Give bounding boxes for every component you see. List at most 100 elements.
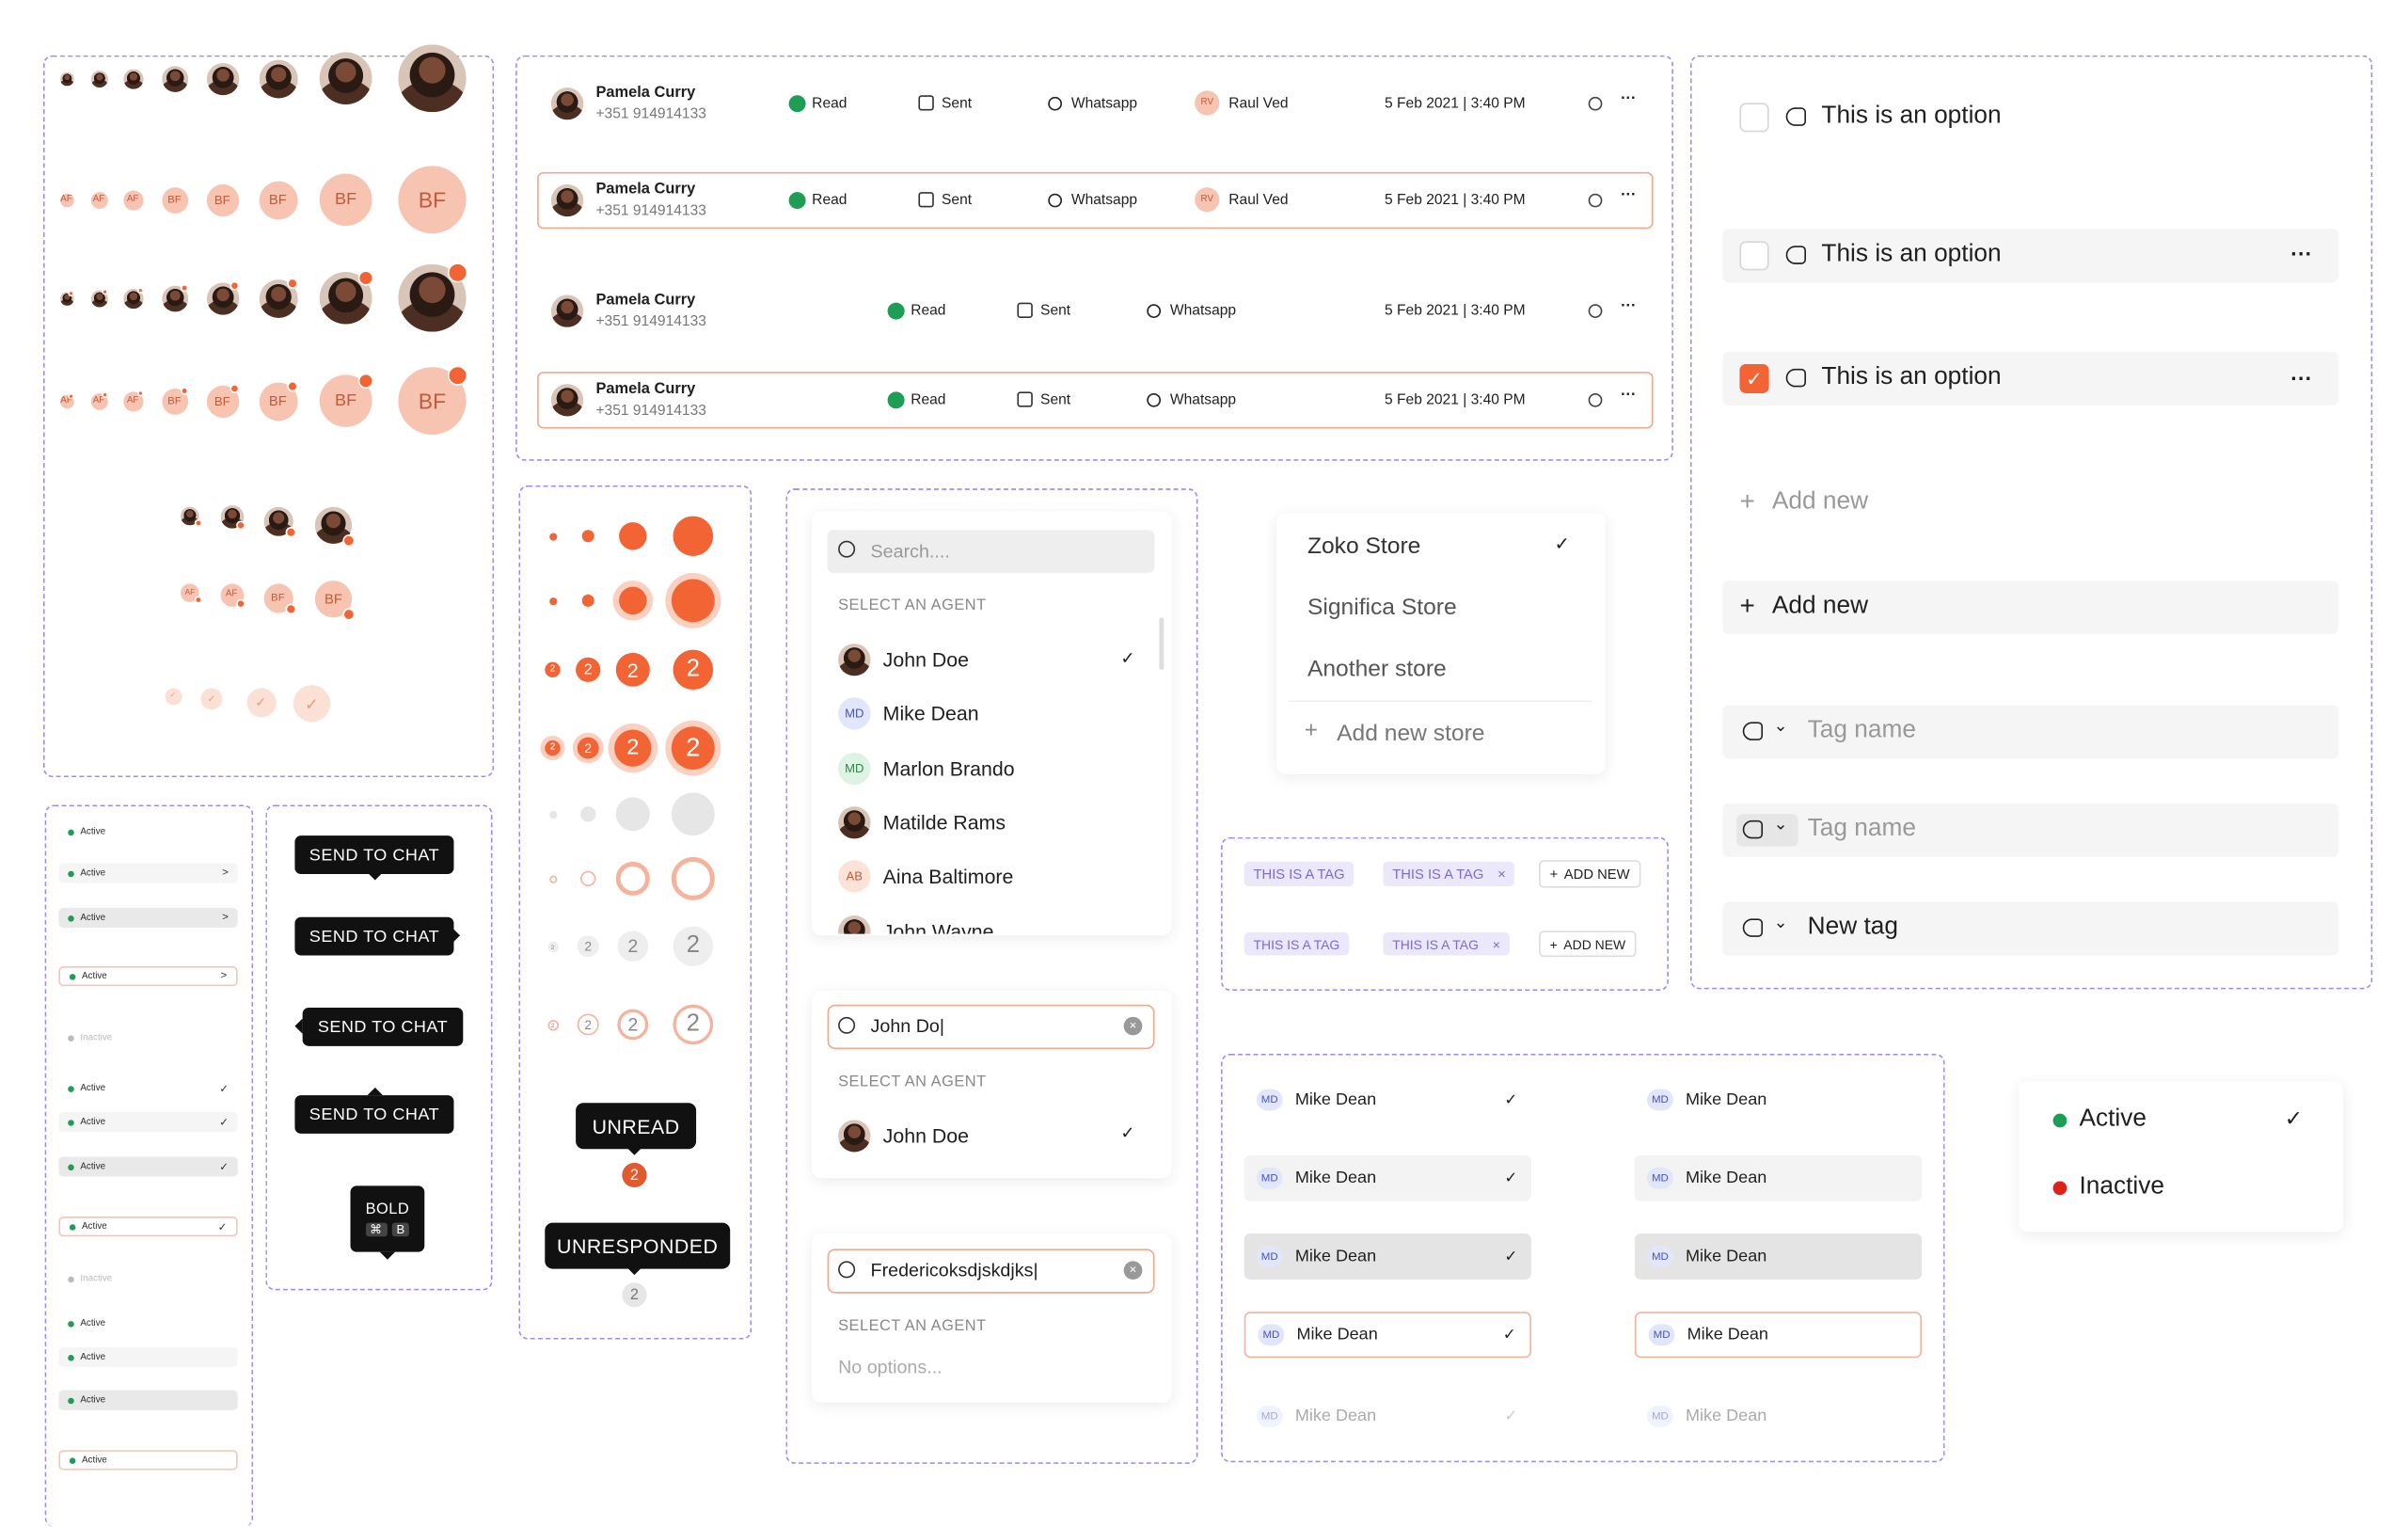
status-active[interactable]: Active (2079, 1106, 2147, 1134)
note-icon[interactable] (1588, 96, 1603, 111)
agent-option[interactable]: AB Aina Baltimore (812, 847, 1159, 900)
chevron-down-icon[interactable]: ⌄ (1774, 913, 1788, 932)
more-icon[interactable]: ··· (1621, 187, 1636, 204)
status-item-inactive[interactable]: Inactive (58, 1269, 237, 1289)
agent-item[interactable]: MD Mike Dean (1635, 1076, 1922, 1122)
plus-icon: + (1304, 717, 1319, 744)
more-icon[interactable]: ··· (1621, 90, 1636, 107)
add-new-button[interactable]: Add new (1772, 593, 1868, 620)
status-item-active[interactable]: Active (58, 1313, 237, 1333)
more-icon[interactable]: ··· (1621, 298, 1636, 315)
avatar (59, 71, 73, 86)
agent-name: Mike Dean (1294, 1247, 1377, 1266)
status-item-active[interactable]: Active (58, 1450, 238, 1471)
contact-phone: +351 914914133 (595, 402, 706, 420)
status-item-active[interactable]: Active ✓ (58, 1078, 237, 1098)
sent-status: Sent (1040, 302, 1071, 320)
add-tag-button[interactable]: + ADD NEW (1539, 931, 1637, 958)
whatsapp-icon (1147, 392, 1162, 407)
chevron-down-icon[interactable]: ⌄ (1774, 814, 1788, 835)
agent-name: Mike Dean (1686, 1090, 1767, 1109)
status-dot (68, 869, 74, 877)
store-item[interactable]: Another store (1307, 656, 1447, 682)
tooltip-label: BOLD (365, 1201, 410, 1218)
avatar-initials: MD (1646, 1405, 1673, 1427)
search-icon (838, 1016, 856, 1034)
option-row-hover[interactable] (1722, 229, 2339, 283)
status-label: Active (80, 1352, 106, 1362)
more-icon[interactable]: ··· (1621, 387, 1636, 404)
agent-name: Aina Baltimore (882, 865, 1014, 888)
store-item[interactable]: Zoko Store (1307, 533, 1420, 560)
agent-name: Matilde Rams (882, 810, 1006, 835)
agent-name[interactable]: John Doe (883, 1124, 969, 1147)
status-item-inactive[interactable]: Inactive (58, 1027, 237, 1047)
status-item-active[interactable]: Active (58, 1346, 238, 1368)
option-row-checked[interactable] (1722, 351, 2339, 406)
note-icon[interactable] (1588, 193, 1603, 208)
agent-item[interactable]: MD Mike Dean ✓ (1244, 1154, 1531, 1201)
status-item-active[interactable]: Active ✓ (58, 1217, 238, 1237)
agent-option[interactable]: John Doe ✓ (812, 629, 1159, 683)
tag-icon (1785, 107, 1807, 126)
away-badge (193, 518, 202, 527)
more-icon[interactable]: ··· (2290, 241, 2312, 265)
status-item-active[interactable]: Active ✓ (58, 1112, 238, 1133)
tag-name-placeholder: Tag name (1807, 815, 1916, 842)
tooltip-arrow (452, 928, 461, 944)
agent-option[interactable]: MD Mike Dean (812, 684, 1159, 738)
agent-option[interactable]: John Wayne (812, 901, 1159, 934)
close-icon[interactable]: × (1497, 867, 1506, 882)
check-icon: ✓ (219, 1117, 229, 1129)
clear-icon[interactable]: × (1123, 1016, 1143, 1036)
plus-icon: + (1549, 936, 1558, 952)
status-item-active[interactable]: Active (58, 821, 237, 841)
agent-item[interactable]: MD Mike Dean ✓ (1244, 1312, 1531, 1359)
status-label: Active (80, 1162, 106, 1171)
status-item-active[interactable]: Active > (58, 965, 238, 987)
option-checkbox[interactable] (1739, 103, 1769, 133)
status-menu (2019, 1081, 2344, 1233)
clear-icon[interactable]: × (1123, 1261, 1143, 1280)
add-new-button[interactable]: Add new (1772, 488, 1868, 516)
read-check-icon (788, 95, 806, 113)
agent-item[interactable]: MD Mike Dean (1634, 1154, 1923, 1201)
note-icon[interactable] (1588, 392, 1603, 407)
status-item-active[interactable]: Active > (58, 907, 238, 929)
message-datetime: 5 Feb 2021 | 3:40 PM (1385, 95, 1526, 113)
agent-item[interactable]: MD Mike Dean ✓ (1244, 1076, 1531, 1122)
close-icon[interactable]: × (1493, 936, 1500, 951)
status-item-active[interactable]: Active > (58, 863, 238, 883)
avatar-initials: MD (838, 752, 871, 785)
add-store-button[interactable]: Add new store (1337, 721, 1484, 747)
agent-item[interactable]: MD Mike Dean (1634, 1233, 1923, 1280)
status-dot (357, 270, 374, 286)
tag-label: THIS IS A TAG (1253, 936, 1340, 952)
check-icon: ✓ (1504, 1248, 1518, 1265)
status-label: Inactive (80, 1032, 113, 1042)
status-item-active[interactable]: Active (58, 1390, 238, 1410)
status-inactive[interactable]: Inactive (2079, 1173, 2163, 1201)
status-dot (180, 387, 189, 395)
scrollbar[interactable] (1159, 617, 1164, 670)
cmd-key: ⌘ (365, 1222, 388, 1237)
sent-status: Sent (942, 95, 973, 113)
agent-option[interactable]: MD Marlon Brando (812, 739, 1159, 792)
option-checkbox-checked[interactable]: ✓ (1739, 363, 1769, 393)
tooltip-label: SEND TO CHAT (309, 1105, 440, 1124)
agent-option[interactable]: Matilde Rams (812, 792, 1159, 846)
agent-item[interactable]: MD Mike Dean (1634, 1312, 1923, 1359)
unread-label: UNREAD (592, 1114, 680, 1137)
tag-name-placeholder: Tag name (1807, 717, 1916, 744)
note-icon[interactable] (1588, 304, 1603, 318)
chevron-down-icon[interactable]: ⌄ (1774, 716, 1788, 736)
status-item-active[interactable]: Active ✓ (58, 1156, 238, 1177)
option-checkbox[interactable] (1739, 241, 1769, 271)
more-icon[interactable]: ··· (2290, 366, 2312, 390)
agent-item[interactable]: MD Mike Dean ✓ (1244, 1233, 1531, 1280)
store-item[interactable]: Significa Store (1307, 595, 1457, 621)
contact-phone: +351 914914133 (595, 105, 706, 123)
add-tag-button[interactable]: + ADD NEW (1539, 860, 1641, 888)
read-check-icon (788, 192, 806, 210)
tag-icon (1785, 246, 1807, 264)
